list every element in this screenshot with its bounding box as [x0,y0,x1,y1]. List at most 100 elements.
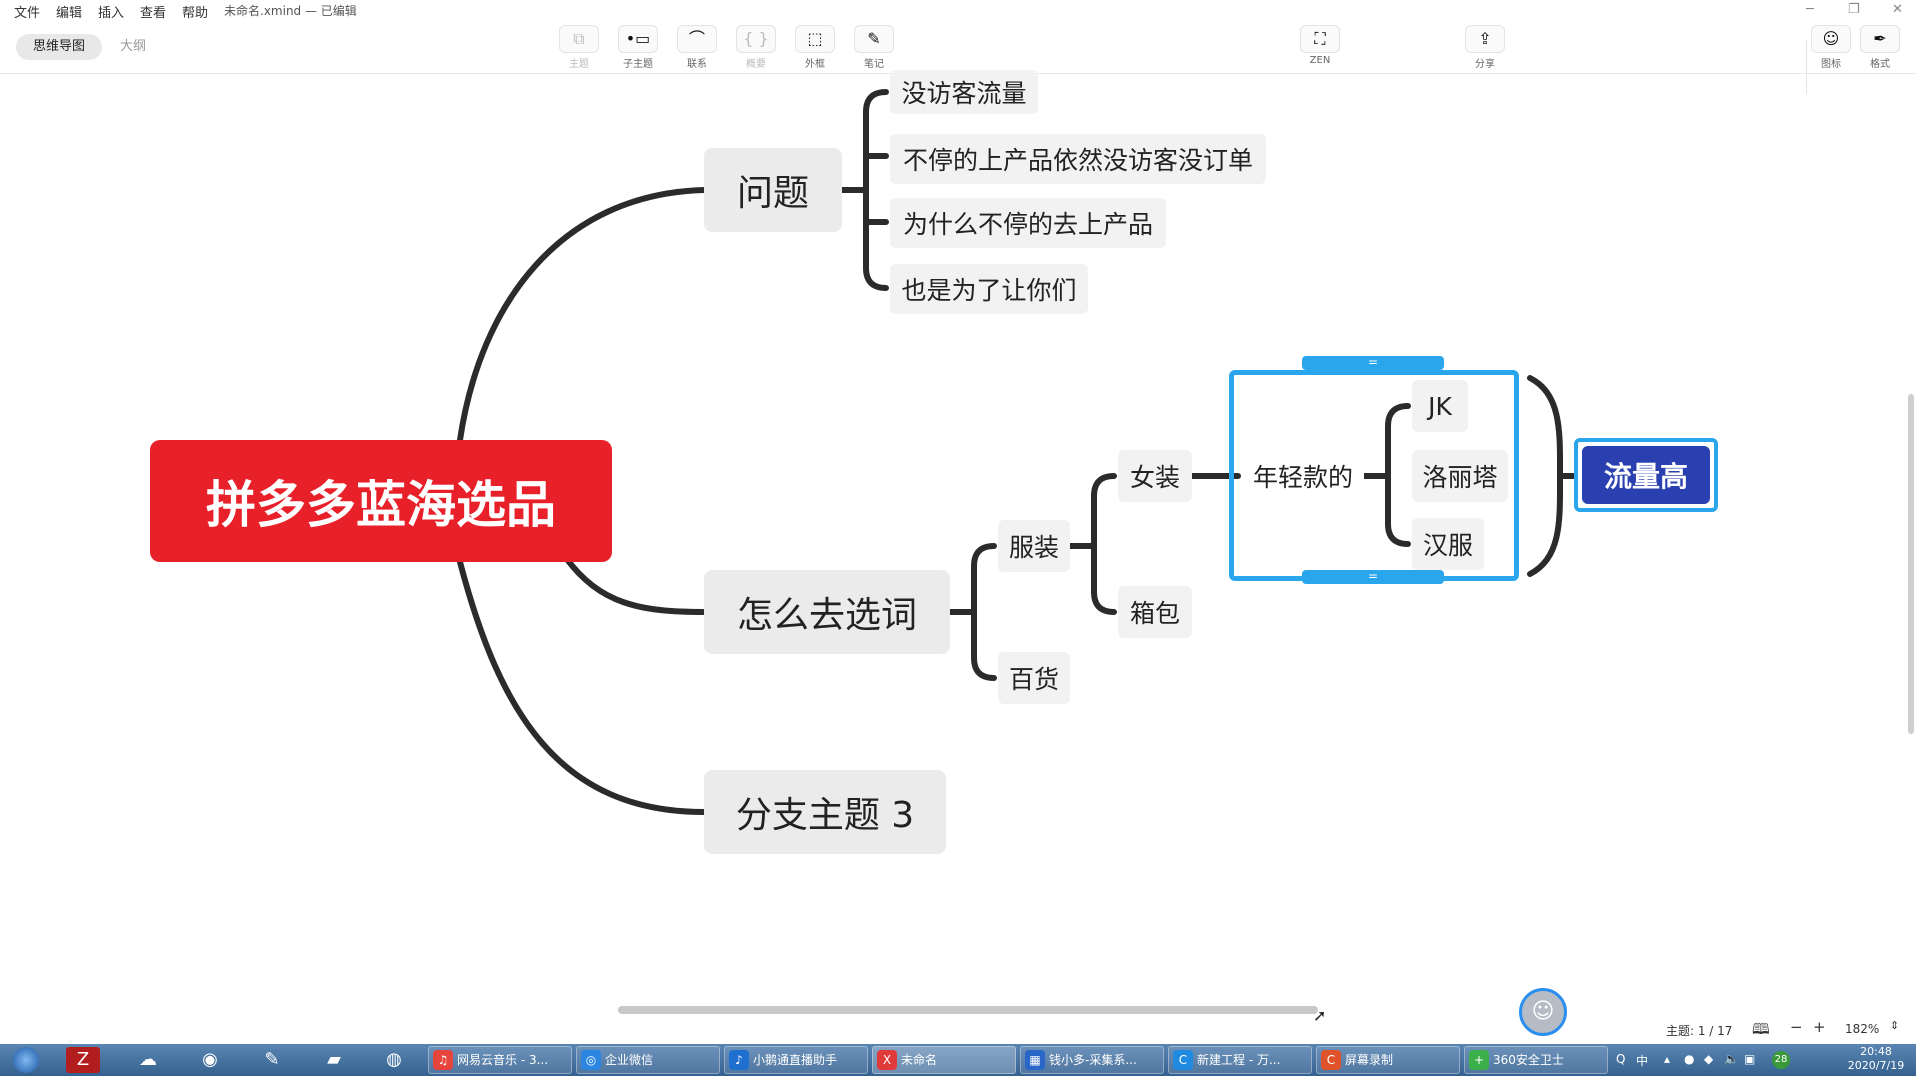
media-icon[interactable]: ◍ [374,1047,414,1073]
notes-icon: ✎ [854,25,894,53]
subtopic-icon: •▭ [618,25,658,53]
filezilla-icon[interactable]: Z [66,1047,100,1073]
task-screen-record[interactable]: C 屏幕录制 [1316,1046,1460,1074]
subtopic-clothing[interactable]: 服装 [998,520,1070,572]
ime-indicator[interactable]: 中 [1636,1052,1648,1069]
format-panel-button[interactable]: ✒ 格式 [1856,25,1904,70]
subtopic-problem-3[interactable]: 为什么不停的去上产品 [890,198,1166,248]
task-xiaoetong[interactable]: ♪ 小鹅通直播助手 [724,1046,868,1074]
subtopic-button[interactable]: •▭ 子主题 [614,25,662,70]
start-orb-icon[interactable] [4,1047,48,1073]
notification-badge[interactable]: 28 [1772,1051,1790,1069]
toolbar: 思维导图 大纲 ⧉ 主题 •▭ 子主题 ⌒ 联系 { } 概要 ⬚ 外框 ✎ 笔… [0,20,1916,94]
relationship-button-label: 联系 [687,59,707,70]
task-label: 未命名 [901,1053,938,1067]
notes-button[interactable]: ✎ 笔记 [850,25,898,70]
folder-icon[interactable]: ▰ [314,1047,354,1073]
zoom-level[interactable]: 182% [1845,1022,1879,1036]
tab-outline[interactable]: 大纲 [108,34,158,60]
menu-help[interactable]: 帮助 [182,2,208,21]
taskbar: Z ☁ ◉ ✎ ▰ ◍ ♫ 网易云音乐 - 3... ◎ 企业微信 ♪ 小鹅通直播助手… [0,1044,1916,1076]
topic-how-to-choose[interactable]: 怎么去选词 [704,570,950,654]
central-topic[interactable]: 拼多多蓝海选品 [150,440,612,562]
brush-icon: ✒ [1860,25,1900,53]
tray-expand-icon[interactable]: ▴ [1664,1052,1670,1066]
share-button[interactable]: ⇪ 分享 [1461,25,1509,70]
boundary-button[interactable]: ⬚ 外框 [791,25,839,70]
relationship-icon: ⌒ [677,25,717,53]
restore-icon[interactable]: ❐ [1848,2,1860,17]
zoom-in-button[interactable]: + [1813,1018,1826,1036]
task-label: 钱小多-采集系... [1049,1053,1137,1067]
clock-date: 2020/7/19 [1847,1059,1905,1072]
boundary-handle-bottom[interactable]: = [1302,570,1444,584]
link-central-problem [457,187,707,443]
cp-icon: C [1173,1050,1193,1070]
task-360-security[interactable]: +360安全卫士 [1464,1046,1608,1074]
format-panel-label: 格式 [1870,59,1890,70]
menu-file[interactable]: 文件 [14,2,40,21]
topic-icon: ⧉ [559,25,599,53]
task-label: 新建工程 - 万... [1197,1053,1281,1067]
subtopic-bags[interactable]: 箱包 [1118,586,1192,638]
topic-problem[interactable]: 问题 [704,148,842,232]
share-icon: ⇪ [1465,25,1505,53]
zoom-stepper-icon[interactable]: ⇕ [1890,1019,1899,1032]
browser-icon[interactable]: ◉ [190,1047,230,1073]
volume-icon[interactable]: 🔈 [1724,1052,1739,1066]
summary-button[interactable]: { } 概要 [732,25,780,70]
fullscreen-icon: ⛶ [1300,25,1340,53]
menu-insert[interactable]: 插入 [98,2,124,21]
horizontal-scroll-thumb[interactable] [618,1006,1318,1014]
zen-button[interactable]: ⛶ ZEN [1296,25,1344,66]
record-icon[interactable]: ● [1684,1052,1694,1066]
subtopic-problem-1[interactable]: 没访客流量 [890,70,1038,114]
tab-mindmap[interactable]: 思维导图 [16,34,102,60]
subtopic-jk[interactable]: JK [1412,380,1468,432]
mindmap-canvas[interactable]: 拼多多蓝海选品 问题 没访客流量 不停的上产品依然没访客没订单 为什么不停的去上… [0,70,1916,1004]
boundary-button-label: 外框 [805,59,825,70]
netease-music-icon: ♫ [433,1050,453,1070]
subtopic-problem-4[interactable]: 也是为了让你们 [890,264,1088,314]
horizontal-scrollbar[interactable] [8,1004,1908,1014]
close-icon[interactable]: ✕ [1892,2,1903,17]
subtopic-womens-wear[interactable]: 女装 [1118,450,1192,502]
task-qianxiaoduo[interactable]: ▦ 钱小多-采集系... [1020,1046,1164,1074]
zoom-out-button[interactable]: − [1790,1018,1803,1036]
summary-topic[interactable]: 流量高 [1582,446,1710,504]
menu-edit[interactable]: 编辑 [56,2,82,21]
menu-view[interactable]: 查看 [140,2,166,21]
boundary-icon: ⬚ [795,25,835,53]
map-overview-icon[interactable]: 🕮 [1752,1019,1770,1044]
notepad-icon[interactable]: ✎ [252,1047,292,1073]
task-label: 360安全卫士 [1493,1053,1564,1067]
boundary-handle-top[interactable]: = [1302,356,1444,370]
topic-button-label: 主题 [569,59,589,70]
search-icon[interactable]: Q [1616,1052,1625,1066]
subtopic-young-style[interactable]: 年轻款的 [1242,450,1364,502]
task-new-project[interactable]: C 新建工程 - 万... [1168,1046,1312,1074]
relationship-button[interactable]: ⌒ 联系 [673,25,721,70]
topic-button[interactable]: ⧉ 主题 [555,25,603,70]
clock[interactable]: 20:48 2020/7/19 [1838,1045,1914,1073]
task-label: 小鹅通直播助手 [753,1053,838,1067]
subtopic-problem-2[interactable]: 不停的上产品依然没访客没订单 [890,134,1266,184]
task-wecom[interactable]: ◎ 企业微信 [576,1046,720,1074]
task-netease-music[interactable]: ♫ 网易云音乐 - 3... [428,1046,572,1074]
baidu-netdisk-icon[interactable]: ☁ [128,1047,168,1073]
shield-icon[interactable]: ◆ [1704,1052,1713,1066]
vertical-scrollbar[interactable] [1906,74,1916,1004]
task-xmind[interactable]: X 未命名 [872,1046,1016,1074]
subtopic-general-goods[interactable]: 百货 [998,652,1070,704]
minimize-icon[interactable]: ─ [1806,2,1814,17]
360-security-icon: + [1469,1050,1489,1070]
vertical-scroll-thumb[interactable] [1908,394,1914,734]
document-title: 未命名.xmind — 已编辑 [224,4,357,18]
topic-branch-3[interactable]: 分支主题 3 [704,770,946,854]
icons-panel-button[interactable]: ☺ 图标 [1807,25,1855,70]
subtopic-hanfu[interactable]: 汉服 [1412,518,1484,570]
summary-icon: { } [736,25,776,53]
network-icon[interactable]: ▣ [1744,1052,1755,1066]
task-label: 企业微信 [605,1053,654,1067]
subtopic-lolita[interactable]: 洛丽塔 [1412,450,1508,502]
